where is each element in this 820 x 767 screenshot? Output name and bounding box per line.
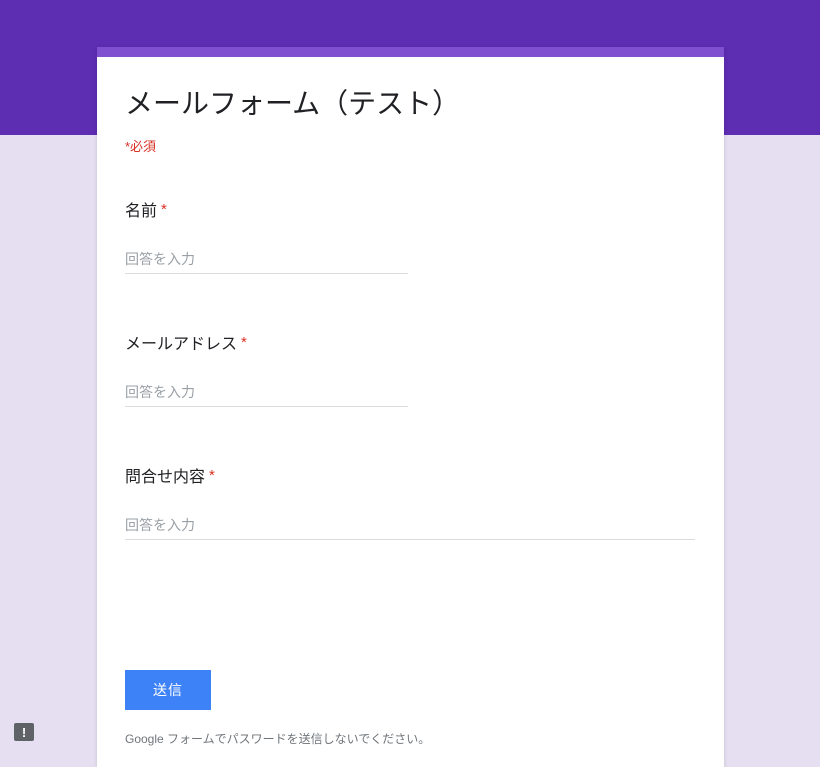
field-email-label-text: メールアドレス — [125, 330, 237, 354]
field-name-label: 名前 * — [125, 197, 696, 221]
required-asterisk: * — [161, 201, 167, 218]
field-name-label-text: 名前 — [125, 197, 157, 221]
required-asterisk: * — [241, 334, 247, 351]
required-note: *必須 — [125, 136, 696, 155]
field-email-label: メールアドレス * — [125, 330, 696, 354]
field-email: メールアドレス * — [125, 330, 696, 407]
field-inquiry-input[interactable] — [125, 515, 695, 540]
spacer — [125, 600, 696, 670]
field-email-input[interactable] — [125, 382, 408, 407]
field-inquiry-label: 問合せ内容 * — [125, 463, 696, 487]
submit-button[interactable]: 送信 — [125, 670, 211, 710]
form-body: メールフォーム（テスト） *必須 名前 * メールアドレス * 問合せ内容 * … — [97, 57, 724, 767]
report-problem-icon[interactable]: ! — [14, 723, 34, 741]
required-asterisk: * — [209, 467, 215, 484]
form-title: メールフォーム（テスト） — [125, 82, 696, 122]
exclamation-icon: ! — [22, 726, 26, 739]
footer-note: Google フォームでパスワードを送信しないでください。 — [125, 730, 696, 747]
field-name: 名前 * — [125, 197, 696, 274]
field-name-input[interactable] — [125, 249, 408, 274]
field-inquiry: 問合せ内容 * — [125, 463, 696, 540]
field-inquiry-label-text: 問合せ内容 — [125, 463, 205, 487]
form-card: メールフォーム（テスト） *必須 名前 * メールアドレス * 問合せ内容 * … — [97, 47, 724, 767]
accent-bar — [97, 47, 724, 57]
